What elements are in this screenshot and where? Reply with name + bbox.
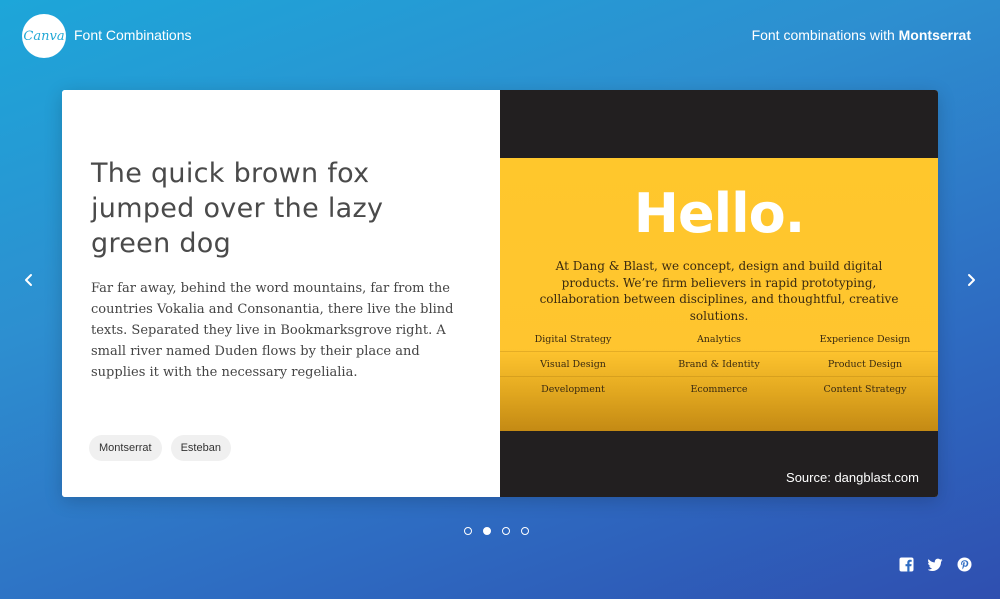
- font-combination-card: The quick brown fox jumped over the lazy…: [62, 90, 938, 497]
- twitter-icon: [928, 558, 943, 571]
- service-item: Brand & Identity: [678, 358, 760, 370]
- carousel-pagination: [464, 527, 529, 535]
- service-item: Digital Strategy: [534, 333, 612, 345]
- facebook-icon: [899, 557, 914, 572]
- social-share-links: [899, 557, 972, 572]
- next-slide-button[interactable]: [959, 268, 983, 292]
- font-combination-heading: Font combinations with Montserrat: [752, 27, 971, 43]
- twitter-share-button[interactable]: [928, 557, 943, 572]
- services-row: Visual Design Brand & Identity Product D…: [500, 352, 938, 377]
- carousel-dot-3[interactable]: [502, 527, 510, 535]
- preview-intro-text: At Dang & Blast, we concept, design and …: [539, 259, 899, 323]
- prev-slide-button[interactable]: [17, 268, 41, 292]
- canva-logo[interactable]: Canva: [22, 14, 66, 58]
- sample-text-panel: The quick brown fox jumped over the lazy…: [62, 90, 500, 497]
- service-item: Content Strategy: [823, 383, 907, 395]
- services-row: Development Ecommerce Content Strategy: [500, 377, 938, 401]
- heading-prefix: Font combinations with: [751, 27, 899, 43]
- services-row: Digital Strategy Analytics Experience De…: [500, 327, 938, 352]
- facebook-share-button[interactable]: [899, 557, 914, 572]
- sample-headline: The quick brown fox jumped over the lazy…: [91, 158, 384, 259]
- service-item: Experience Design: [819, 333, 911, 345]
- pinterest-icon: [957, 557, 972, 572]
- example-preview-panel: Hello. At Dang & Blast, we concept, desi…: [500, 90, 938, 497]
- service-item: Product Design: [827, 358, 903, 370]
- carousel-dot-4[interactable]: [521, 527, 529, 535]
- image-source-caption: Source: dangblast.com: [786, 470, 919, 485]
- preview-services-grid: Digital Strategy Analytics Experience De…: [500, 327, 938, 401]
- service-item: Development: [541, 383, 605, 395]
- service-item: Visual Design: [540, 358, 606, 370]
- service-item: Analytics: [696, 333, 742, 345]
- pinterest-share-button[interactable]: [957, 557, 972, 572]
- service-item: Ecommerce: [690, 383, 748, 395]
- font-tags: Montserrat Esteban: [89, 435, 231, 461]
- chevron-left-icon: [25, 274, 32, 286]
- carousel-dot-1[interactable]: [464, 527, 472, 535]
- example-website-image: Hello. At Dang & Blast, we concept, desi…: [500, 158, 938, 431]
- app-title[interactable]: Font Combinations: [74, 27, 192, 43]
- chevron-right-icon: [968, 274, 975, 286]
- sample-body-text: Far far away, behind the word mountains,…: [91, 281, 454, 380]
- font-tag-montserrat[interactable]: Montserrat: [89, 435, 162, 461]
- carousel-dot-2[interactable]: [483, 527, 491, 535]
- heading-font-name: Montserrat: [898, 27, 971, 43]
- preview-hello-heading: Hello.: [633, 182, 805, 245]
- font-tag-esteban[interactable]: Esteban: [170, 435, 231, 461]
